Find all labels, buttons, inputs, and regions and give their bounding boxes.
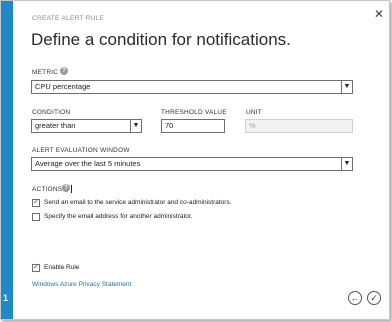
email-admins-checkbox[interactable]: ✓ [32,197,40,207]
email-other-admin-checkbox[interactable] [32,213,40,221]
email-other-admin-label: Specify the email address for another ad… [44,213,193,220]
dialog-header: CREATE ALERT RULE [32,15,105,22]
threshold-label: THRESHOLD VALUE [161,109,227,116]
help-icon[interactable]: ? [60,67,68,75]
condition-label: CONDITION [32,109,71,116]
chevron-down-icon: ▼ [130,120,141,132]
step-sidebar: 1 [1,1,13,319]
threshold-input[interactable]: 70 [161,119,225,133]
chevron-down-icon: ▼ [341,81,352,93]
create-alert-rule-dialog: 1 ✕ CREATE ALERT RULE Define a condition… [0,0,390,320]
back-arrow-icon: ← [350,293,360,303]
metric-label: METRIC [32,69,59,76]
privacy-statement-link[interactable]: Windows Azure Privacy Statement [32,281,131,288]
close-icon[interactable]: ✕ [373,8,385,20]
unit-label: UNIT [246,109,262,116]
condition-value: greater than [35,121,76,130]
actions-label: ACTIONS [32,186,63,193]
evaluation-window-select[interactable]: Average over the last 5 minutes ▼ [31,157,353,171]
text-cursor [71,185,72,193]
page-title: Define a condition for notifications. [31,30,291,49]
help-icon[interactable]: ? [62,184,70,192]
metric-value: CPU percentage [35,82,91,91]
checkmark-icon: ✓ [33,262,40,271]
checkmark-icon: ✓ [370,293,378,303]
window-value: Average over the last 5 minutes [35,159,141,168]
window-label: ALERT EVALUATION WINDOW [32,147,130,154]
back-button[interactable]: ← [348,291,362,305]
checkmark-icon: ✓ [33,197,40,206]
email-admins-label: Send an email to the service administrat… [44,199,232,206]
step-number: 1 [3,293,9,303]
enable-rule-label: Enable Rule [44,264,80,271]
condition-select[interactable]: greater than ▼ [31,119,142,133]
metric-select[interactable]: CPU percentage ▼ [31,80,353,94]
confirm-button[interactable]: ✓ [367,291,381,305]
chevron-down-icon: ▼ [341,158,352,170]
unit-input: % [245,119,353,133]
enable-rule-checkbox[interactable]: ✓ [32,262,40,272]
